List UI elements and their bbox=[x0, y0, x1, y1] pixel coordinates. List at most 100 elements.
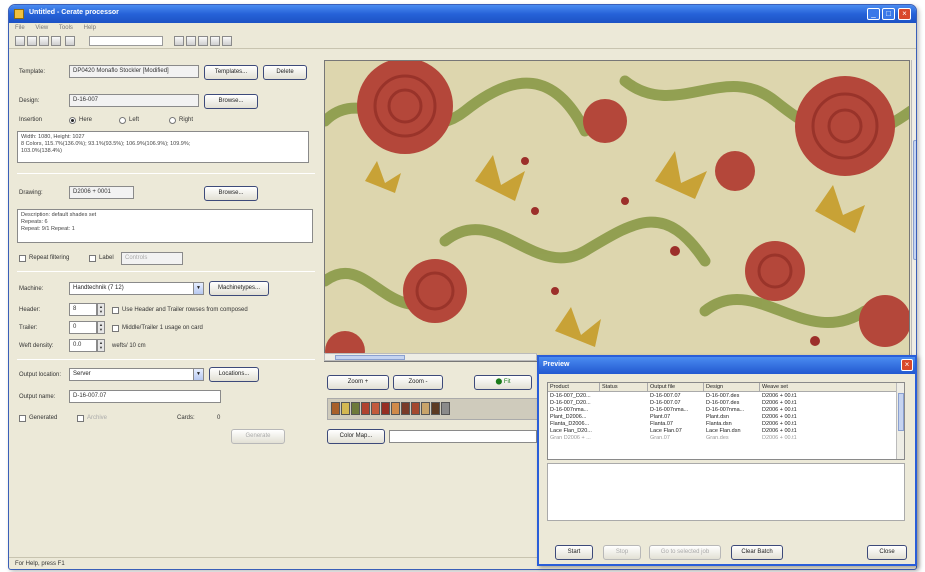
color-swatch[interactable] bbox=[411, 402, 420, 415]
color-info-field[interactable] bbox=[389, 430, 537, 443]
table-row[interactable]: Gran D2006 + ... Gran.07 Gran.des D2006 + 0… bbox=[548, 435, 896, 442]
stop-button[interactable]: Stop bbox=[603, 545, 641, 560]
preview-horizontal-scrollbar[interactable] bbox=[324, 353, 537, 361]
weft-spin-icon[interactable]: ▲ ▼ bbox=[97, 339, 105, 352]
insertion-here-radio[interactable] bbox=[69, 117, 76, 124]
color-swatch[interactable] bbox=[371, 402, 380, 415]
maximize-icon[interactable]: □ bbox=[882, 8, 895, 20]
color-swatch[interactable] bbox=[441, 402, 450, 415]
table-row[interactable]: Lace Flan_D20... Lace Flan.07 Lace Flan.ds… bbox=[548, 428, 896, 435]
drawing-field[interactable]: D2006 + 0001 bbox=[69, 186, 134, 199]
column-header[interactable]: Output file bbox=[648, 383, 704, 392]
design-label: Design: bbox=[19, 98, 40, 104]
help-icon[interactable] bbox=[65, 36, 75, 46]
trailer-spin-icon[interactable]: ▲ ▼ bbox=[97, 321, 105, 334]
locations-button[interactable]: Locations... bbox=[209, 367, 259, 382]
go-to-selected-job-button[interactable]: Go to selected job bbox=[649, 545, 721, 560]
table-cell: D-16-007nma... bbox=[550, 407, 589, 413]
trailer-option-checkbox[interactable] bbox=[112, 325, 119, 332]
zoom-in-icon[interactable] bbox=[174, 36, 184, 46]
color-swatch[interactable] bbox=[391, 402, 400, 415]
header-option-checkbox[interactable] bbox=[112, 307, 119, 314]
table-row[interactable]: D-16-007nma... D-16-007nma... D-16-007nma.… bbox=[548, 407, 896, 414]
minimize-icon[interactable]: _ bbox=[867, 8, 880, 20]
table-cell: D-16-007_D20... bbox=[550, 400, 591, 406]
label-checkbox[interactable] bbox=[89, 255, 96, 262]
description-box: Description: default shades set Repeats:… bbox=[17, 209, 313, 243]
design-field[interactable]: D-16-007 bbox=[69, 94, 199, 107]
clear-batch-button[interactable]: Clear Batch bbox=[731, 545, 783, 560]
table-scrollbar[interactable] bbox=[896, 383, 904, 459]
menu-file[interactable]: File bbox=[15, 23, 25, 33]
scroll-thumb[interactable] bbox=[898, 393, 904, 431]
menu-help[interactable]: Help bbox=[84, 23, 96, 33]
template-field[interactable]: DP0420 Monaflo Stockler [Modified] bbox=[69, 65, 199, 78]
color-map-button[interactable]: Color Map... bbox=[327, 429, 385, 444]
templates-button[interactable]: Templates... bbox=[204, 65, 258, 80]
close-icon[interactable]: × bbox=[901, 359, 913, 371]
label-field[interactable]: Controls bbox=[121, 252, 183, 265]
color-swatch[interactable] bbox=[401, 402, 410, 415]
save-icon[interactable] bbox=[39, 36, 49, 46]
header-spin-icon[interactable]: ▲ ▼ bbox=[97, 303, 105, 316]
fit-icon[interactable] bbox=[198, 36, 208, 46]
zoom-out-button[interactable]: Zoom - bbox=[393, 375, 443, 390]
header-field[interactable]: 8 bbox=[69, 303, 97, 316]
color-swatch[interactable] bbox=[381, 402, 390, 415]
chevron-down-icon[interactable]: ▼ bbox=[193, 283, 203, 294]
scroll-thumb[interactable] bbox=[913, 140, 916, 260]
delete-button[interactable]: Delete bbox=[263, 65, 307, 80]
design-preview-image[interactable] bbox=[324, 60, 910, 362]
design-browse-button[interactable]: Browse... bbox=[204, 94, 258, 109]
settings-icon[interactable] bbox=[222, 36, 232, 46]
column-header[interactable]: Design bbox=[704, 383, 760, 392]
machine-select[interactable]: Handtechnik (7 12) ▼ bbox=[69, 282, 204, 295]
fit-button[interactable]: ⬤ Fit bbox=[474, 375, 532, 390]
generate-button[interactable]: Generate bbox=[231, 429, 285, 444]
start-button[interactable]: Start bbox=[555, 545, 593, 560]
table-row[interactable]: D-16-007_D20... D-16-007.07 D-16-007.des D2… bbox=[548, 400, 896, 407]
column-header[interactable]: Status bbox=[600, 383, 648, 392]
open-icon[interactable] bbox=[27, 36, 37, 46]
table-row[interactable]: Plant_D2006... Plant.07 Plant.dsn D2006 + 0… bbox=[548, 414, 896, 421]
title-bar: Untitled - Cerate processor _ □ × bbox=[9, 5, 916, 23]
scroll-thumb[interactable] bbox=[335, 355, 405, 360]
preview-vertical-scrollbar[interactable] bbox=[911, 60, 916, 362]
menu-tools[interactable]: Tools bbox=[59, 23, 73, 33]
trailer-option-label: Middle/Trailer 1 usage on card bbox=[122, 325, 203, 331]
table-cell: Lace Flan.07 bbox=[650, 428, 682, 434]
repeat-filter-checkbox[interactable] bbox=[19, 255, 26, 262]
table-row[interactable]: D-16-007_D20... D-16-007.07 D-16-007.des D2… bbox=[548, 393, 896, 400]
close-icon[interactable]: × bbox=[898, 8, 911, 20]
color-swatch[interactable] bbox=[361, 402, 370, 415]
new-icon[interactable] bbox=[15, 36, 25, 46]
menu-view[interactable]: View bbox=[35, 23, 48, 33]
column-header[interactable]: Weave set bbox=[760, 383, 898, 392]
generated-checkbox[interactable] bbox=[19, 415, 26, 422]
toolbar-field[interactable] bbox=[89, 36, 163, 46]
drawing-browse-button[interactable]: Browse... bbox=[204, 186, 258, 201]
color-swatch[interactable] bbox=[341, 402, 350, 415]
color-swatch[interactable] bbox=[421, 402, 430, 415]
close-button[interactable]: Close bbox=[867, 545, 907, 560]
zoom-out-icon[interactable] bbox=[186, 36, 196, 46]
cards-value: 0 bbox=[217, 415, 221, 421]
weft-density-field[interactable]: 0.0 bbox=[69, 339, 97, 352]
output-name-field[interactable]: D-16-007.07 bbox=[69, 390, 221, 403]
print-icon[interactable] bbox=[51, 36, 61, 46]
template-label: Template: bbox=[19, 69, 46, 75]
color-swatch[interactable] bbox=[331, 402, 340, 415]
insertion-right-radio[interactable] bbox=[169, 117, 176, 124]
column-header[interactable]: Product bbox=[548, 383, 600, 392]
zoom-in-button[interactable]: Zoom + bbox=[327, 375, 389, 390]
color-swatch[interactable] bbox=[431, 402, 440, 415]
insertion-left-radio[interactable] bbox=[119, 117, 126, 124]
color-swatch[interactable] bbox=[351, 402, 360, 415]
chevron-down-icon[interactable]: ▼ bbox=[193, 369, 203, 380]
grid-icon[interactable] bbox=[210, 36, 220, 46]
table-row[interactable]: Flanta_D2006... Flanta.07 Flanta.dsn D2006 … bbox=[548, 421, 896, 428]
trailer-field[interactable]: 0 bbox=[69, 321, 97, 334]
archive-checkbox[interactable] bbox=[77, 415, 84, 422]
output-location-select[interactable]: Server ▼ bbox=[69, 368, 204, 381]
machinetypes-button[interactable]: Machinetypes... bbox=[209, 281, 269, 296]
